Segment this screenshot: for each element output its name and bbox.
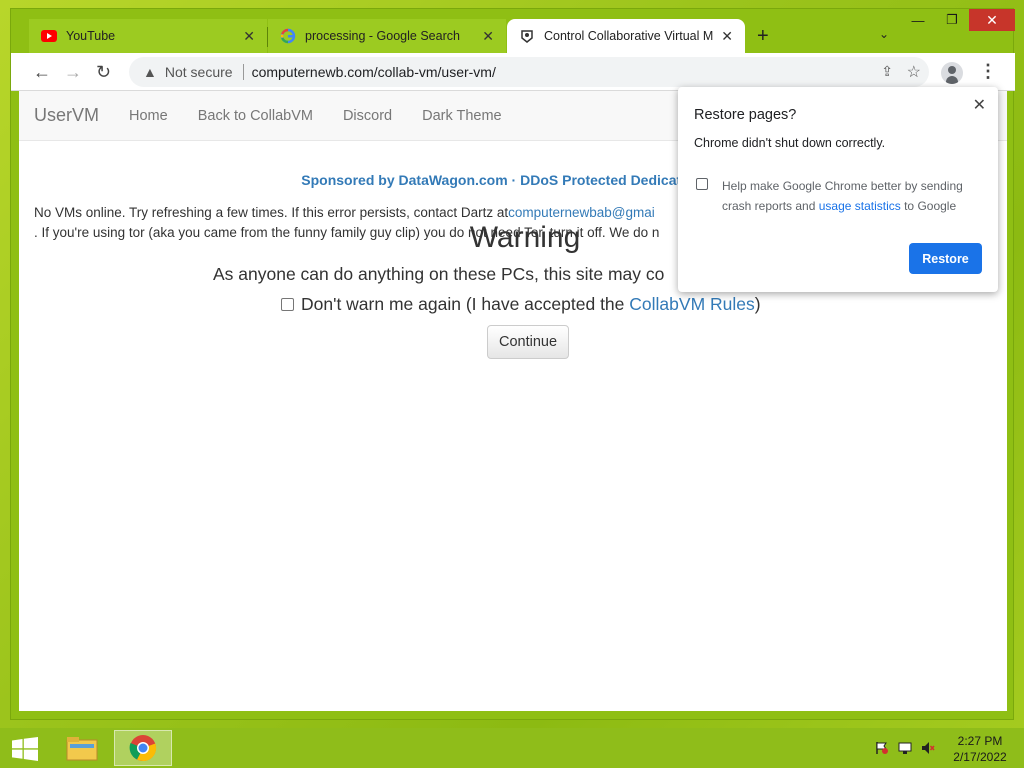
tab-label: processing - Google Search [305,29,460,43]
maximize-button[interactable]: ❐ [935,9,969,31]
nav-link-back-to-collabvm[interactable]: Back to CollabVM [198,108,313,124]
tab-google-search[interactable]: processing - Google Search ✕ [268,19,506,53]
dialog-message: Chrome didn't shut down correctly. [694,136,886,150]
dont-warn-suffix: ) [754,294,761,314]
windows-start-icon[interactable] [12,737,38,766]
google-icon [280,28,296,44]
reload-button[interactable]: ↻ [96,62,111,83]
taskbar: 2:27 PM 2/17/2022 [0,728,1024,768]
chrome-menu-icon[interactable]: ⋮ [979,61,997,82]
share-icon[interactable]: ⇪ [881,63,893,80]
restore-button[interactable]: Restore [909,243,982,274]
profile-avatar-icon[interactable] [941,62,963,84]
security-label[interactable]: Not secure [165,64,233,80]
browser-toolbar: ← → ↻ ▲ Not secure computernewb.com/coll… [11,53,1015,91]
system-tray [873,740,936,756]
clock-time: 2:27 PM [957,734,1003,748]
address-bar[interactable]: ▲ Not secure computernewb.com/collab-vm/… [129,57,929,87]
tab-youtube[interactable]: YouTube ✕ [29,19,267,53]
tab-collabvm[interactable]: Control Collaborative Virtual Ma ✕ [507,19,745,53]
dont-warn-checkbox[interactable] [281,298,294,311]
restore-pages-dialog: Restore pages? ✕ Chrome didn't shut down… [678,87,998,292]
taskbar-clock[interactable]: 2:27 PM 2/17/2022 [950,733,1010,765]
contact-email-link[interactable]: computernewbab@gmai [508,205,655,220]
dialog-title: Restore pages? [694,107,797,123]
tab-close-icon[interactable]: ✕ [243,28,255,45]
youtube-icon [41,28,57,44]
continue-button[interactable]: Continue [487,325,569,359]
chrome-taskbar-icon[interactable] [114,730,172,766]
crash-report-label: Help make Google Chrome better by sendin… [722,176,982,216]
crash-report-checkbox[interactable] [696,178,708,190]
tab-label: Control Collaborative Virtual Ma [544,29,714,43]
dialog-close-icon[interactable]: ✕ [973,95,986,115]
bookmark-star-icon[interactable]: ☆ [907,62,921,82]
file-explorer-icon[interactable] [53,730,111,766]
nav-link-dark-theme[interactable]: Dark Theme [422,108,502,124]
nav-link-home[interactable]: Home [129,108,168,124]
omnibox-divider [242,64,244,80]
warning-icon[interactable]: ▲ [143,64,157,80]
collabvm-rules-link[interactable]: CollabVM Rules [629,294,754,315]
collabvm-icon [519,28,535,44]
dont-warn-row: Don't warn me again (I have accepted the… [281,294,761,315]
site-brand[interactable]: UserVM [34,105,99,126]
usage-statistics-link[interactable]: usage statistics [819,199,901,213]
new-tab-button[interactable]: + [757,25,769,48]
offline-text: No VMs online. Try refreshing a few time… [34,205,509,220]
tab-close-icon[interactable]: ✕ [721,28,733,45]
forward-button[interactable]: → [64,62,82,83]
close-window-button[interactable]: ✕ [969,9,1015,31]
warning-text: As anyone can do anything on these PCs, … [213,264,665,284]
nav-link-discord[interactable]: Discord [343,108,392,124]
minimize-button[interactable]: — [901,9,935,31]
url-text[interactable]: computernewb.com/collab-vm/user-vm/ [252,64,496,80]
tab-search-icon[interactable]: ⌄ [879,27,889,41]
dont-warn-label: Don't warn me again (I have accepted the [301,294,625,314]
crash-report-suffix: to Google [900,199,957,213]
window-controls: — ❐ ✕ [901,9,1015,35]
action-center-flag-icon[interactable] [873,740,890,756]
clock-date: 2/17/2022 [953,750,1007,764]
tab-label: YouTube [66,29,116,43]
tab-close-icon[interactable]: ✕ [482,28,494,45]
tab-strip: YouTube ✕ processing - Google Search ✕ C… [11,9,1015,53]
back-button[interactable]: ← [33,62,51,83]
network-icon[interactable] [896,740,913,756]
volume-muted-icon[interactable] [919,740,936,756]
browser-window: YouTube ✕ processing - Google Search ✕ C… [10,8,1015,720]
